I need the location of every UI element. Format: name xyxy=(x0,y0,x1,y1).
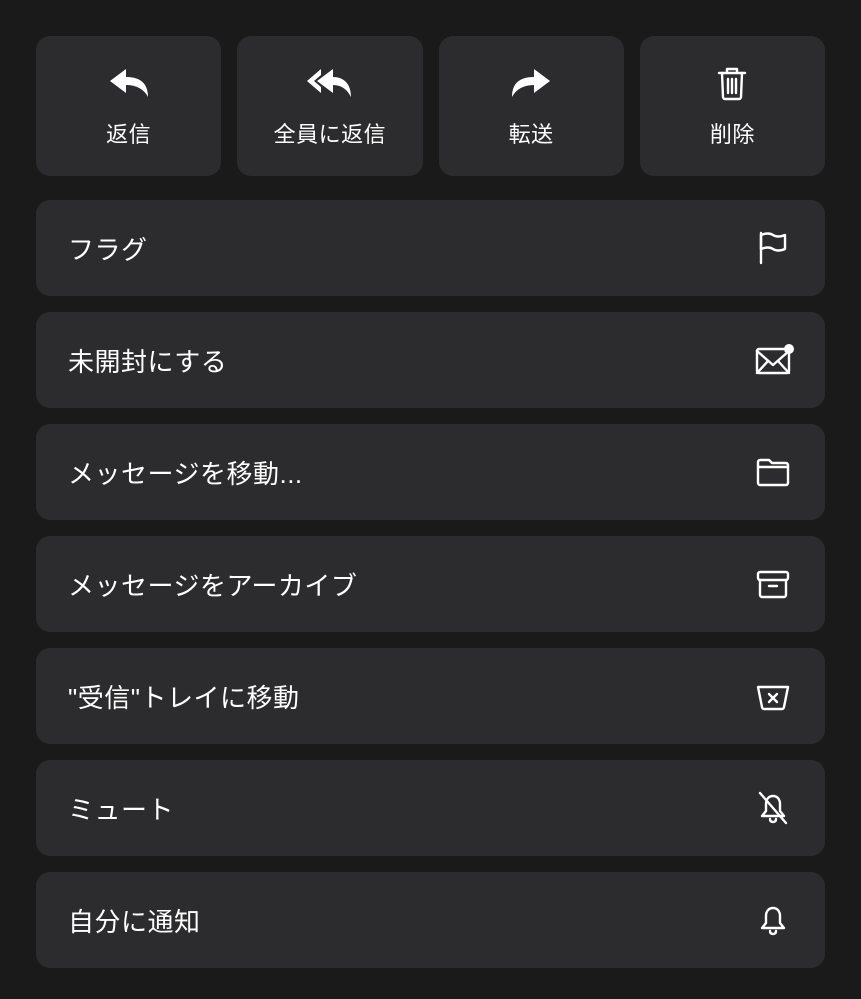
archive-box-icon xyxy=(753,564,793,604)
delete-label: 削除 xyxy=(710,117,755,149)
mute-label: ミュート xyxy=(68,790,174,827)
move-to-inbox-label: "受信"トレイに移動 xyxy=(68,678,299,715)
notify-me-label: 自分に通知 xyxy=(68,902,201,939)
action-list: フラグ 未開封にする メッセージを移動... xyxy=(36,200,825,968)
reply-label: 返信 xyxy=(106,117,151,149)
bell-icon xyxy=(753,900,793,940)
trash-icon xyxy=(709,63,755,103)
flag-icon xyxy=(753,228,793,268)
envelope-badge-icon xyxy=(753,340,793,380)
delete-button[interactable]: 削除 xyxy=(640,36,825,176)
archive-row[interactable]: メッセージをアーカイブ xyxy=(36,536,825,632)
mark-unread-label: 未開封にする xyxy=(68,342,227,379)
quick-actions-row: 返信 全員に返信 転送 xyxy=(36,36,825,176)
forward-button[interactable]: 転送 xyxy=(439,36,624,176)
reply-all-label: 全員に返信 xyxy=(274,117,387,149)
reply-button[interactable]: 返信 xyxy=(36,36,221,176)
mute-row[interactable]: ミュート xyxy=(36,760,825,856)
bell-slash-icon xyxy=(753,788,793,828)
reply-all-icon xyxy=(307,63,353,103)
move-to-inbox-row[interactable]: "受信"トレイに移動 xyxy=(36,648,825,744)
reply-icon xyxy=(106,63,152,103)
forward-icon xyxy=(508,63,554,103)
mark-unread-row[interactable]: 未開封にする xyxy=(36,312,825,408)
reply-all-button[interactable]: 全員に返信 xyxy=(237,36,422,176)
junk-bin-icon xyxy=(753,676,793,716)
move-message-label: メッセージを移動... xyxy=(68,454,303,491)
flag-row[interactable]: フラグ xyxy=(36,200,825,296)
folder-icon xyxy=(753,452,793,492)
archive-label: メッセージをアーカイブ xyxy=(68,566,357,603)
notify-me-row[interactable]: 自分に通知 xyxy=(36,872,825,968)
forward-label: 転送 xyxy=(509,117,554,149)
mail-action-sheet: 返信 全員に返信 転送 xyxy=(0,0,861,968)
move-message-row[interactable]: メッセージを移動... xyxy=(36,424,825,520)
flag-label: フラグ xyxy=(68,230,148,267)
